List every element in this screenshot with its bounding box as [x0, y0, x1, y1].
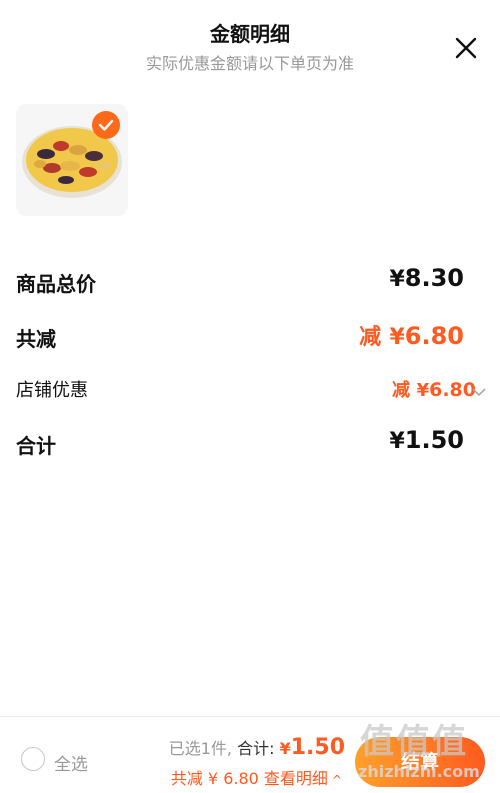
- selection-summary: 已选1件, 合计: ¥1.50: [169, 735, 345, 760]
- chevron-up-icon: ^: [331, 773, 342, 787]
- chevron-down-icon[interactable]: [472, 382, 486, 397]
- goods-total-amount: ¥8.30: [389, 264, 464, 292]
- checkout-button[interactable]: 结算: [355, 737, 485, 787]
- details-link-label: 查看明细: [263, 769, 328, 788]
- page-title: 金额明细: [210, 22, 290, 46]
- total-reduction-row: 共减 减 ¥6.80: [16, 315, 464, 355]
- savings-text: 共减 ¥ 6.80: [170, 769, 259, 788]
- close-icon[interactable]: [452, 34, 480, 62]
- total-reduction-label: 共减: [16, 327, 56, 351]
- goods-total-label: 商品总价: [16, 272, 96, 296]
- shop-discount-label: 店铺优惠: [16, 380, 88, 401]
- view-details-link[interactable]: 共减 ¥ 6.80 查看明细 ^: [171, 765, 342, 789]
- selected-check-icon[interactable]: [92, 111, 120, 139]
- selected-count: 已选1件,: [168, 739, 232, 758]
- shop-discount-amount: 减 ¥6.80: [391, 379, 476, 401]
- page-subtitle: 实际优惠金额请以下单页为准: [145, 54, 354, 73]
- select-all-label[interactable]: 全选: [54, 750, 88, 775]
- select-all-radio[interactable]: [21, 747, 45, 771]
- total-reduction-amount: 减 ¥6.80: [359, 322, 464, 350]
- goods-total-row: 商品总价 ¥8.30: [16, 260, 464, 300]
- shop-discount-row[interactable]: 店铺优惠 减 ¥6.80: [16, 368, 486, 408]
- footer-total-label: 合计:: [237, 739, 275, 758]
- grand-total-amount: ¥1.50: [389, 426, 464, 454]
- footer-total-amount: ¥1.50: [279, 735, 345, 760]
- grand-total-row: 合计 ¥1.50: [16, 422, 464, 462]
- checkout-bar: 全选 已选1件, 合计: ¥1.50 共减 ¥ 6.80 查看明细 ^ 结算: [0, 716, 500, 793]
- grand-total-label: 合计: [16, 434, 56, 458]
- header: 金额明细 实际优惠金额请以下单页为准: [0, 0, 500, 80]
